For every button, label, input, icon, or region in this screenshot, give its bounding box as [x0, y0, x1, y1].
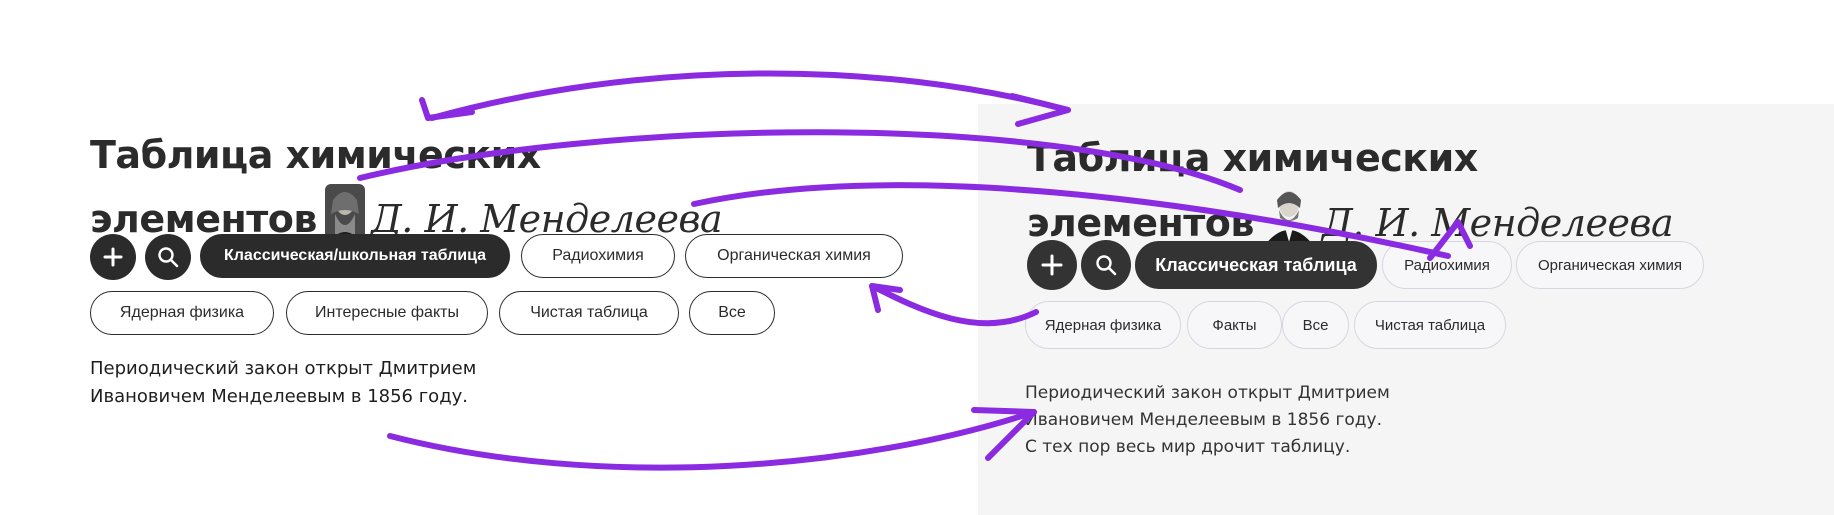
add-button[interactable] [90, 234, 136, 280]
page-title: Таблица химических элементов Д. И. Мендел… [1027, 132, 1674, 249]
title-author: Д. И. Менделеева [1321, 201, 1674, 245]
tab-classic[interactable]: Классическая таблица [1135, 241, 1377, 289]
tab-nuclear-physics[interactable]: Ядерная физика [1025, 301, 1181, 349]
tab-all[interactable]: Все [689, 291, 775, 335]
tab-nuclear-physics[interactable]: Ядерная физика [90, 291, 274, 335]
tab-all[interactable]: Все [1282, 301, 1349, 349]
search-icon [1096, 255, 1117, 276]
intro-line-2: Ивановичем Менделеевым в 1856 году. [90, 386, 469, 407]
search-icon [158, 247, 179, 268]
title-line-2: элементов Д. И. Менделеева [1027, 184, 1674, 249]
tab-radiochemistry[interactable]: Радиохимия [521, 234, 675, 278]
intro-paragraph: Периодический закон открыт Дмитрием Иван… [1025, 380, 1390, 461]
tab-interesting-facts[interactable]: Интересные факты [286, 291, 488, 335]
intro-line-1: Периодический закон открыт Дмитрием [1025, 383, 1390, 403]
plus-icon [103, 247, 123, 267]
tab-organic-chemistry[interactable]: Органическая химия [685, 234, 903, 278]
intro-line-1: Периодический закон открыт Дмитрием [90, 358, 477, 379]
portrait-icon [1262, 184, 1316, 246]
tab-organic-chemistry[interactable]: Органическая химия [1516, 241, 1704, 289]
add-button[interactable] [1027, 240, 1077, 290]
title-line-1: Таблица химических [90, 133, 541, 177]
tab-radiochemistry[interactable]: Радиохимия [1382, 241, 1512, 289]
page-title: Таблица химических элементов Д. И. Мендел… [90, 126, 723, 248]
arrowhead-tabs [869, 283, 903, 313]
tab-facts[interactable]: Факты [1187, 301, 1282, 349]
tab-classic-school[interactable]: Классическая/школьная таблица [200, 234, 510, 278]
arrow-paragraph [387, 409, 1037, 471]
intro-line-3: С тех пор весь мир дрочит таблицу. [1025, 437, 1351, 457]
search-button[interactable] [145, 234, 191, 280]
intro-paragraph: Периодический закон открыт Дмитрием Иван… [90, 355, 476, 411]
tab-clean-table[interactable]: Чистая таблица [1354, 301, 1506, 349]
title-elements: элементов [1027, 201, 1254, 245]
intro-line-2: Ивановичем Менделеевым в 1856 году. [1025, 410, 1383, 430]
search-button[interactable] [1081, 240, 1131, 290]
plus-icon [1041, 254, 1063, 276]
arrowhead-back [419, 97, 475, 121]
title-line-1: Таблица химических [1027, 136, 1478, 180]
tab-clean-table[interactable]: Чистая таблица [499, 291, 679, 335]
arrow-layout-top [429, 70, 1071, 121]
